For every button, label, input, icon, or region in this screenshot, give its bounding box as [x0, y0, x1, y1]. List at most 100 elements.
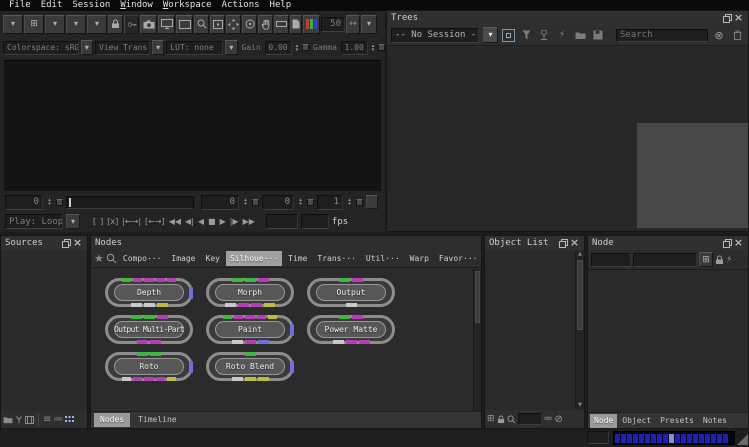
gamma-spinner[interactable]: ▴▾	[370, 44, 377, 52]
zoom-tool-button[interactable]	[194, 15, 209, 34]
node-item[interactable]: Output Multi-Part	[105, 315, 193, 344]
object-list-scrollbar[interactable]: ▲ ▼	[575, 251, 584, 409]
snapshot-camera-button[interactable]	[140, 15, 157, 34]
resize-grip[interactable]	[737, 434, 748, 445]
viewer-canvas[interactable]	[4, 60, 381, 191]
cache-field[interactable]	[587, 431, 609, 444]
search-objects-button[interactable]	[507, 415, 516, 424]
close-panel-button[interactable]: ×	[72, 238, 83, 249]
frame-spinner[interactable]: ▴▾	[46, 198, 53, 206]
play-mode-dropdown-button[interactable]: ▾	[66, 214, 80, 229]
workspace-tab[interactable]: Timeline	[132, 413, 183, 427]
search-input[interactable]	[616, 29, 708, 42]
scrub-cursor[interactable]	[69, 198, 71, 207]
node-panel-tab[interactable]: Notes	[699, 414, 731, 428]
scrollbar-thumb[interactable]	[577, 260, 583, 330]
import-button[interactable]	[573, 28, 587, 42]
menu-item[interactable]: Window	[115, 0, 158, 11]
play-mode-select[interactable]: Play: Loop	[5, 214, 63, 229]
playback-fps-field[interactable]	[266, 214, 298, 229]
menu-item[interactable]: Help	[265, 0, 297, 11]
node-panel-tab[interactable]: Presets	[656, 414, 698, 428]
menu-item[interactable]: Session	[67, 0, 115, 11]
node-category-tab[interactable]: Warp	[406, 251, 433, 266]
fit-view-button[interactable]	[226, 15, 241, 34]
object-filter-field[interactable]	[518, 413, 542, 425]
lock-object-button[interactable]	[497, 415, 505, 424]
transport-button[interactable]: ◀◀	[169, 217, 181, 226]
source-tree-button[interactable]	[15, 415, 23, 424]
view-transform-select[interactable]: View Trans	[95, 41, 150, 55]
node-category-tab[interactable]: Compo···	[119, 251, 166, 266]
transport-button[interactable]: ■	[208, 217, 216, 226]
trees-view[interactable]	[387, 47, 748, 231]
transport-button[interactable]: [x]	[107, 217, 118, 226]
delete-tree-button[interactable]	[730, 28, 744, 42]
split-view-button[interactable]: ⊞	[24, 15, 44, 34]
nodes-scrollbar[interactable]	[473, 269, 481, 411]
transport-button[interactable]: [←→]	[145, 217, 165, 226]
detail-view-button[interactable]: ≔	[53, 414, 63, 425]
node-category-tab[interactable]: Key	[202, 251, 224, 266]
transport-button[interactable]: [	[93, 217, 96, 226]
node-item[interactable]: Output	[307, 278, 395, 307]
step-field[interactable]: 1	[317, 195, 343, 210]
range-in-spinner[interactable]: ▴▾	[242, 198, 249, 206]
range-in-reset-button[interactable]	[252, 199, 259, 206]
node-search-button[interactable]	[106, 253, 117, 264]
frame-view-button[interactable]	[176, 15, 193, 34]
scroll-up-icon[interactable]: ▲	[578, 251, 582, 258]
view-c-dropdown[interactable]: ▾	[87, 15, 107, 34]
node-item[interactable]: Paint	[206, 315, 294, 344]
range-out-reset-button[interactable]	[307, 199, 314, 206]
session-select[interactable]: -- No Session --	[391, 28, 479, 43]
node-item[interactable]: Power Matte	[307, 315, 395, 344]
node-panel-tab[interactable]: Node	[590, 414, 617, 428]
lut-dropdown-button[interactable]: ▾	[225, 40, 237, 55]
transport-button[interactable]: ▶	[220, 217, 226, 226]
gain-reset-button[interactable]	[302, 44, 309, 51]
list-view-button[interactable]: ≡	[43, 414, 51, 425]
step-reset-button[interactable]	[356, 199, 363, 206]
gain-field[interactable]: 0.00	[265, 41, 292, 55]
float-panel-button[interactable]	[61, 238, 72, 249]
node-category-tab[interactable]: Trans···	[313, 251, 360, 266]
thumbnail-view-button[interactable]	[65, 415, 74, 424]
close-panel-button[interactable]: ×	[733, 238, 744, 249]
layer-list-button[interactable]: ≔	[544, 414, 553, 424]
close-panel-button[interactable]: ×	[569, 238, 580, 249]
process-node-button[interactable]: ⚡	[726, 255, 732, 265]
search-field[interactable]	[617, 30, 707, 41]
source-reel-button[interactable]	[25, 416, 34, 424]
colorspace-select[interactable]: Colorspace: sRGB	[3, 41, 79, 55]
node-item[interactable]: Roto	[105, 352, 193, 381]
keyframe-button[interactable]	[366, 195, 378, 209]
broadcast-monitor-button[interactable]	[158, 15, 175, 34]
lut-select[interactable]: LUT: none	[166, 41, 223, 55]
frame-reset-button[interactable]	[56, 199, 63, 206]
transport-button[interactable]: ◀	[198, 217, 204, 226]
proxy-dropdown[interactable]: ▾	[361, 15, 377, 34]
favorites-star-button[interactable]: ★	[94, 252, 104, 265]
node-category-tab[interactable]: Time	[284, 251, 311, 266]
transport-button[interactable]: |▶	[230, 217, 239, 226]
tree-overview-minimap[interactable]	[636, 122, 748, 228]
key-toggle-button[interactable]	[124, 15, 139, 34]
scrollbar-thumb[interactable]	[475, 271, 480, 323]
menu-item[interactable]: File	[4, 0, 36, 11]
transport-button[interactable]: |←→|	[122, 217, 141, 226]
range-out-field[interactable]: 0	[262, 195, 294, 210]
menu-item[interactable]: Workspace	[158, 0, 217, 11]
view-transform-dropdown-button[interactable]: ▾	[152, 40, 164, 55]
node-type-field[interactable]	[591, 253, 631, 267]
transport-button[interactable]: ◀|	[185, 217, 194, 226]
step-spinner[interactable]: ▴▾	[346, 198, 353, 206]
gamma-reset-button[interactable]	[378, 44, 385, 51]
letterbox-button[interactable]	[274, 15, 289, 34]
menu-item[interactable]: Edit	[36, 0, 68, 11]
clear-search-button[interactable]: ⊗	[712, 28, 726, 42]
render-button[interactable]	[537, 28, 551, 42]
node-category-tab[interactable]: Image	[167, 251, 199, 266]
timeline-scrubber[interactable]	[66, 196, 194, 209]
lock-node-button[interactable]	[715, 255, 724, 265]
